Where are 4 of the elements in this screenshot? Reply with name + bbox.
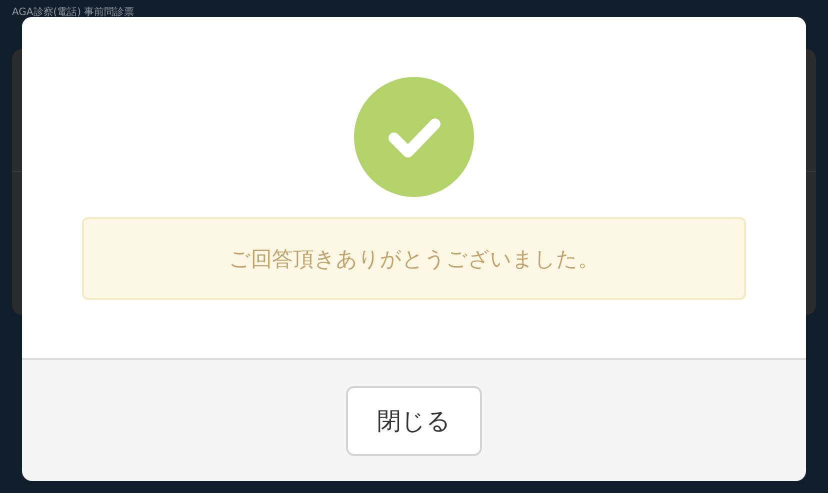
checkmark-icon [354, 77, 474, 197]
page-title: AGA診察(電話) 事前問診票 [12, 7, 134, 19]
close-button[interactable]: 閉じる [346, 386, 482, 456]
success-message: ご回答頂きありがとうございました。 [82, 217, 746, 300]
